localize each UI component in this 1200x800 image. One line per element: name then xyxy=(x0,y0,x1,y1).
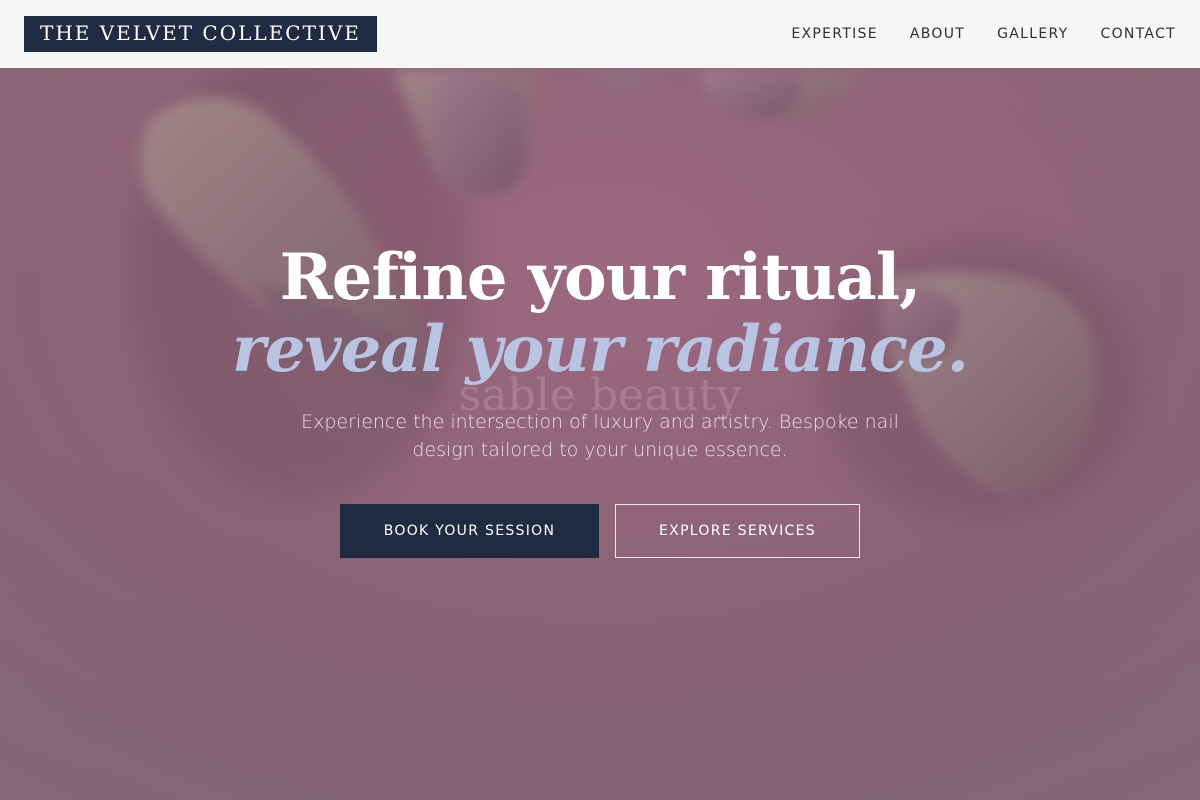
nav-item-gallery[interactable]: GALLERY xyxy=(997,26,1068,42)
cta-row: BOOK YOUR SESSION EXPLORE SERVICES xyxy=(0,504,1200,558)
hero-subheadline-wrap: sable beauty Experience the intersection… xyxy=(270,370,930,464)
nav-item-expertise[interactable]: EXPERTISE xyxy=(791,26,878,42)
site-header: THE VELVET COLLECTIVE EXPERTISE ABOUT GA… xyxy=(0,0,1200,68)
nav-item-contact[interactable]: CONTACT xyxy=(1101,26,1177,42)
hero-content: Refine your ritual, reveal your radiance… xyxy=(0,240,1200,558)
hero-headline-line1: Refine your ritual, xyxy=(279,240,922,315)
main-nav: EXPERTISE ABOUT GALLERY CONTACT xyxy=(791,26,1176,42)
explore-services-button[interactable]: EXPLORE SERVICES xyxy=(615,504,860,558)
hero-headline-line2: reveal your radiance. xyxy=(231,312,969,387)
book-session-button[interactable]: BOOK YOUR SESSION xyxy=(340,504,599,558)
hero-subheadline: Experience the intersection of luxury an… xyxy=(301,411,899,461)
brand-logo[interactable]: THE VELVET COLLECTIVE xyxy=(24,16,377,52)
nav-item-about[interactable]: ABOUT xyxy=(910,26,965,42)
